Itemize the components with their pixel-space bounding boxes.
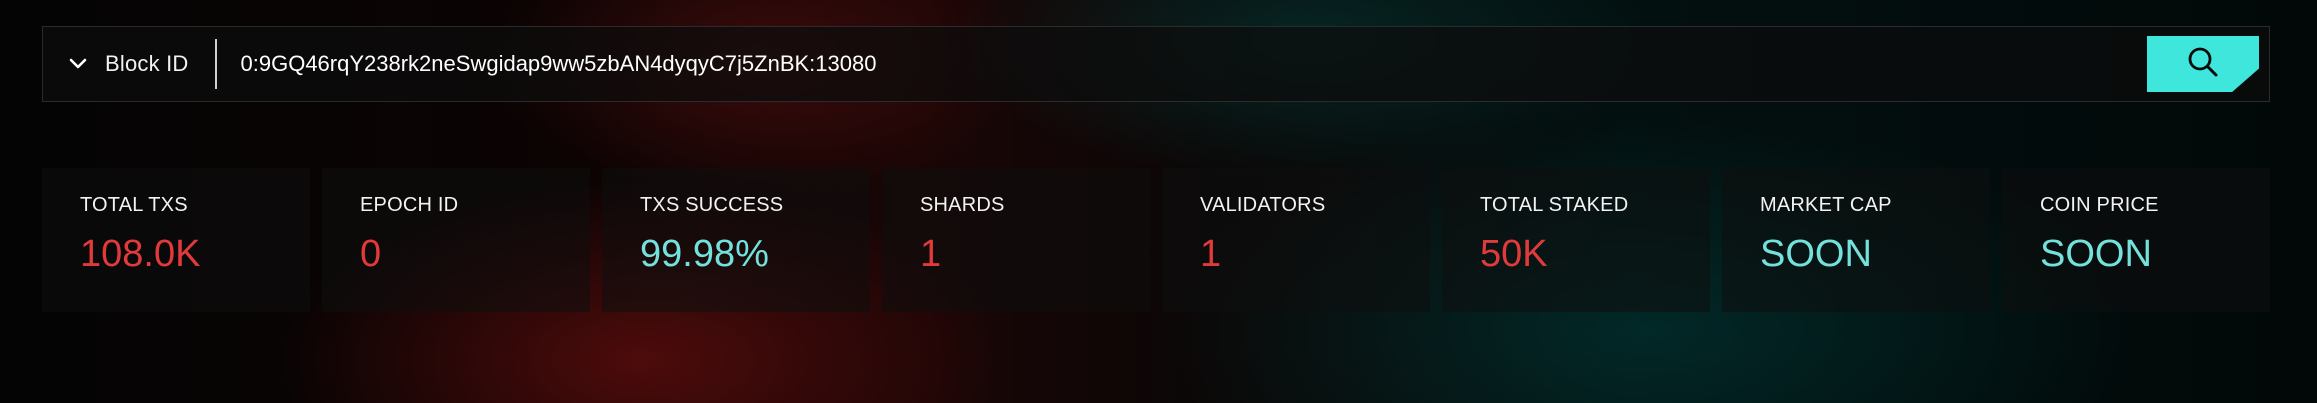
stat-value: 1 xyxy=(1200,233,1222,275)
stat-label: TXS SUCCESS xyxy=(640,194,784,216)
stat-card-epoch-id: EPOCH ID 0 xyxy=(322,168,590,312)
stat-value: 0 xyxy=(360,233,382,275)
stat-card-coin-price: COIN PRICE SOON xyxy=(2002,168,2270,312)
divider xyxy=(214,39,217,89)
stat-card-txs-success: TXS SUCCESS 99.98% xyxy=(602,168,870,312)
stat-label: COIN PRICE xyxy=(2040,194,2159,216)
search-type-dropdown[interactable]: Block ID xyxy=(43,27,215,101)
stat-value: SOON xyxy=(1760,233,1872,275)
stat-label: VALIDATORS xyxy=(1200,194,1326,216)
stat-value: 50K xyxy=(1480,233,1548,275)
stat-card-market-cap: MARKET CAP SOON xyxy=(1722,168,1990,312)
stat-value: 99.98% xyxy=(640,233,769,275)
search-input[interactable] xyxy=(240,27,2147,101)
stats-row: TOTAL TXS 108.0K EPOCH ID 0 TXS SUCCESS … xyxy=(42,168,2270,312)
stat-value: SOON xyxy=(2040,233,2152,275)
stat-card-total-staked: TOTAL STAKED 50K xyxy=(1442,168,1710,312)
stat-card-validators: VALIDATORS 1 xyxy=(1162,168,1430,312)
search-type-label: Block ID xyxy=(105,51,189,76)
stat-label: EPOCH ID xyxy=(360,194,459,216)
explorer-header: Block ID TOTAL TXS 108.0K EPOCH ID 0 TXS… xyxy=(0,0,2317,403)
stat-label: SHARDS xyxy=(920,194,1005,216)
stat-value: 108.0K xyxy=(80,233,201,275)
search-button[interactable] xyxy=(2147,36,2259,92)
stat-value: 1 xyxy=(920,233,942,275)
search-icon xyxy=(2186,45,2220,84)
chevron-down-icon xyxy=(67,53,89,75)
stat-label: TOTAL STAKED xyxy=(1480,194,1629,216)
stat-card-shards: SHARDS 1 xyxy=(882,168,1150,312)
stat-card-total-txs: TOTAL TXS 108.0K xyxy=(42,168,310,312)
stat-label: TOTAL TXS xyxy=(80,194,188,216)
stat-label: MARKET CAP xyxy=(1760,194,1892,216)
search-bar: Block ID xyxy=(42,26,2270,102)
